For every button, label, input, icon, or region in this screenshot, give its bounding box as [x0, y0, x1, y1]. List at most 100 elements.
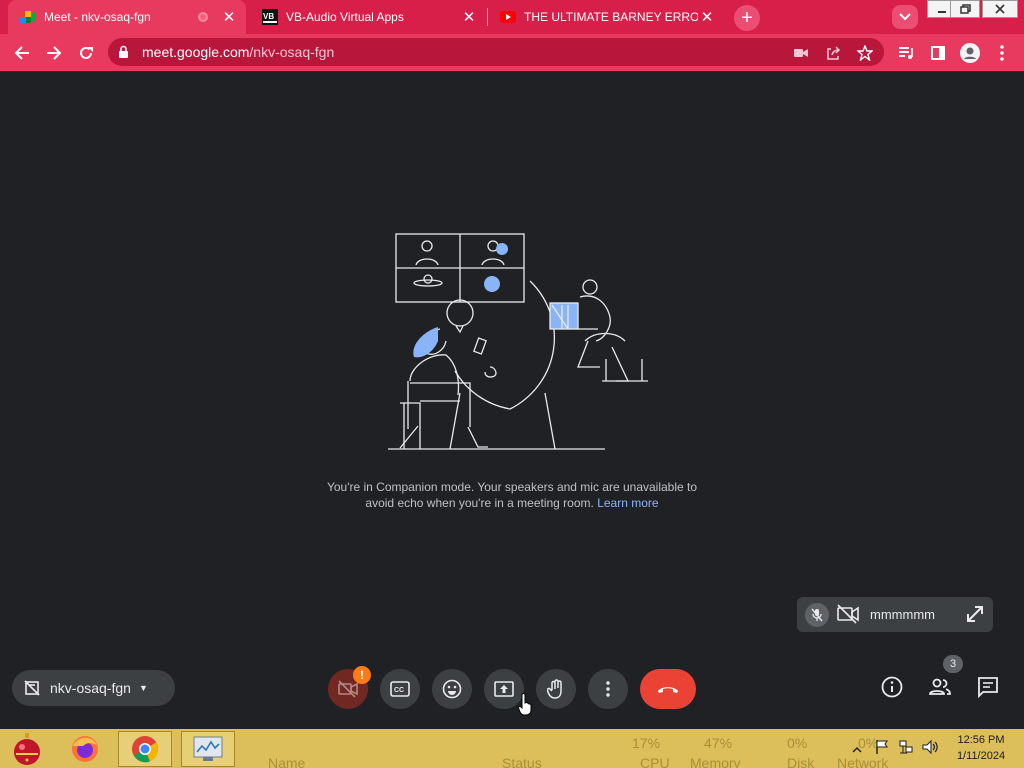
caret-down-icon: ▼ [138, 683, 148, 693]
google-meet-icon [20, 9, 36, 25]
captions-button[interactable]: CC [380, 669, 420, 709]
tab-meet[interactable]: Meet - nkv-osaq-fgn ✕ [8, 0, 246, 34]
address-bar[interactable]: meet.google.com/nkv-osaq-fgn [108, 38, 884, 66]
ghost-memory: Memory [690, 755, 741, 768]
raise-hand-button[interactable] [536, 669, 576, 709]
taskbar: Name Status 17% CPU 47% Memory 0% Disk 0… [0, 729, 1024, 768]
companion-mode-illustration [388, 233, 648, 450]
meet-stage: You're in Companion mode. Your speakers … [0, 71, 1024, 729]
self-view-tile: mmmmmm [797, 597, 993, 632]
arrow-left-icon [14, 46, 29, 60]
emoji-icon [442, 679, 462, 699]
screen: Meet - nkv-osaq-fgn ✕ VB VB-Audio Virtua… [0, 0, 1024, 768]
system-clock[interactable]: 12:56 PM 1/11/2024 [948, 732, 1014, 764]
close-tab-icon[interactable]: ✕ [460, 8, 478, 26]
url-text: meet.google.com/nkv-osaq-fgn [142, 44, 334, 60]
svg-text:VB: VB [263, 12, 274, 21]
close-icon [995, 4, 1005, 14]
learn-more-link[interactable]: Learn more [597, 496, 658, 510]
warning-badge: ! [353, 666, 371, 684]
side-panel-icon [931, 46, 945, 60]
more-vert-icon [606, 681, 610, 697]
chevron-down-icon [899, 13, 911, 21]
chat-icon [978, 677, 998, 698]
ghost-cpu-pct: 17% [632, 735, 661, 751]
raise-hand-icon [547, 679, 562, 699]
tab-search-button[interactable] [892, 5, 918, 29]
tab-title: VB-Audio Virtual Apps [286, 10, 404, 24]
ghost-name: Name [268, 755, 306, 768]
companion-mode-icon [24, 680, 40, 696]
restore-icon [959, 4, 971, 14]
mic-off-indicator [805, 603, 829, 627]
profile-button[interactable] [956, 39, 984, 67]
ghost-disk: Disk [787, 755, 815, 768]
mic-off-icon [811, 608, 823, 622]
people-button[interactable] [926, 673, 954, 701]
hand-cursor-icon [518, 693, 532, 716]
tab-title: Meet - nkv-osaq-fgn [44, 10, 151, 24]
share-icon[interactable] [824, 44, 842, 62]
browser-toolbar: meet.google.com/nkv-osaq-fgn [0, 34, 1024, 71]
show-hidden-icons-icon[interactable] [852, 741, 862, 759]
media-controls-button[interactable] [892, 39, 920, 67]
minimize-icon [938, 11, 946, 13]
chat-button[interactable] [974, 673, 1002, 701]
ghost-memory-pct: 47% [704, 735, 733, 751]
forward-button[interactable] [40, 39, 68, 67]
self-name: mmmmmm [870, 607, 935, 622]
url-host: meet.google.com [142, 44, 250, 60]
url-path: /nkv-osaq-fgn [249, 44, 335, 60]
ghost-cpu: CPU [640, 755, 670, 768]
more-options-button[interactable] [588, 669, 628, 709]
close-window-button[interactable] [982, 0, 1018, 18]
camera-in-use-icon[interactable] [792, 44, 810, 62]
start-button[interactable] [0, 731, 54, 767]
meeting-details-button[interactable]: nkv-osaq-fgn ▼ [12, 670, 175, 706]
youtube-icon [500, 9, 516, 25]
meeting-code: nkv-osaq-fgn [50, 680, 131, 696]
taskbar-firefox[interactable] [58, 731, 112, 767]
companion-mode-message: You're in Companion mode. Your speakers … [0, 479, 1024, 511]
reload-icon [80, 46, 93, 59]
volume-icon[interactable] [922, 739, 938, 760]
reactions-button[interactable] [432, 669, 472, 709]
action-center-flag-icon[interactable] [874, 739, 890, 760]
network-icon[interactable] [898, 739, 914, 760]
browser-menu-button[interactable] [988, 39, 1016, 67]
message-text: avoid echo when you're in a meeting room… [365, 496, 594, 510]
close-tab-icon[interactable]: ✕ [220, 8, 238, 26]
chrome-icon [132, 736, 159, 763]
restore-button[interactable] [950, 0, 980, 18]
people-count-badge: 3 [943, 655, 963, 673]
hang-up-icon [658, 687, 678, 693]
meeting-info-button[interactable] [878, 673, 906, 701]
taskbar-chrome[interactable] [118, 731, 172, 767]
leave-call-button[interactable] [640, 669, 696, 709]
tab-vb-audio[interactable]: VB VB-Audio Virtual Apps ✕ [250, 0, 486, 34]
tab-strip: Meet - nkv-osaq-fgn ✕ VB VB-Audio Virtua… [0, 0, 1024, 34]
taskbar-task-manager[interactable] [181, 731, 235, 767]
clock-date: 1/11/2024 [956, 750, 1006, 762]
expand-icon[interactable] [965, 604, 985, 629]
firefox-icon [72, 736, 98, 762]
more-vert-icon [1000, 45, 1004, 61]
ghost-status: Status [502, 755, 542, 768]
recording-dot-icon [198, 12, 208, 22]
media-queue-icon [899, 47, 913, 59]
lock-icon [118, 45, 129, 64]
ornament-start-icon [14, 733, 40, 765]
new-tab-button[interactable]: + [734, 5, 760, 31]
clock-time: 12:56 PM [957, 734, 1005, 746]
present-screen-icon [494, 681, 514, 697]
task-manager-ghost-text: Name Status 17% CPU 47% Memory 0% Disk 0… [252, 729, 888, 768]
tab-youtube[interactable]: THE ULTIMATE BARNEY ERROR - ✕ [488, 0, 724, 34]
ghost-disk-pct: 0% [787, 735, 808, 751]
back-button[interactable] [8, 39, 36, 67]
camera-off-icon [338, 680, 358, 698]
bookmark-star-icon[interactable] [856, 44, 874, 62]
vb-audio-icon: VB [262, 9, 278, 25]
close-tab-icon[interactable]: ✕ [698, 8, 716, 26]
side-panel-button[interactable] [924, 39, 952, 67]
reload-button[interactable] [72, 39, 100, 67]
